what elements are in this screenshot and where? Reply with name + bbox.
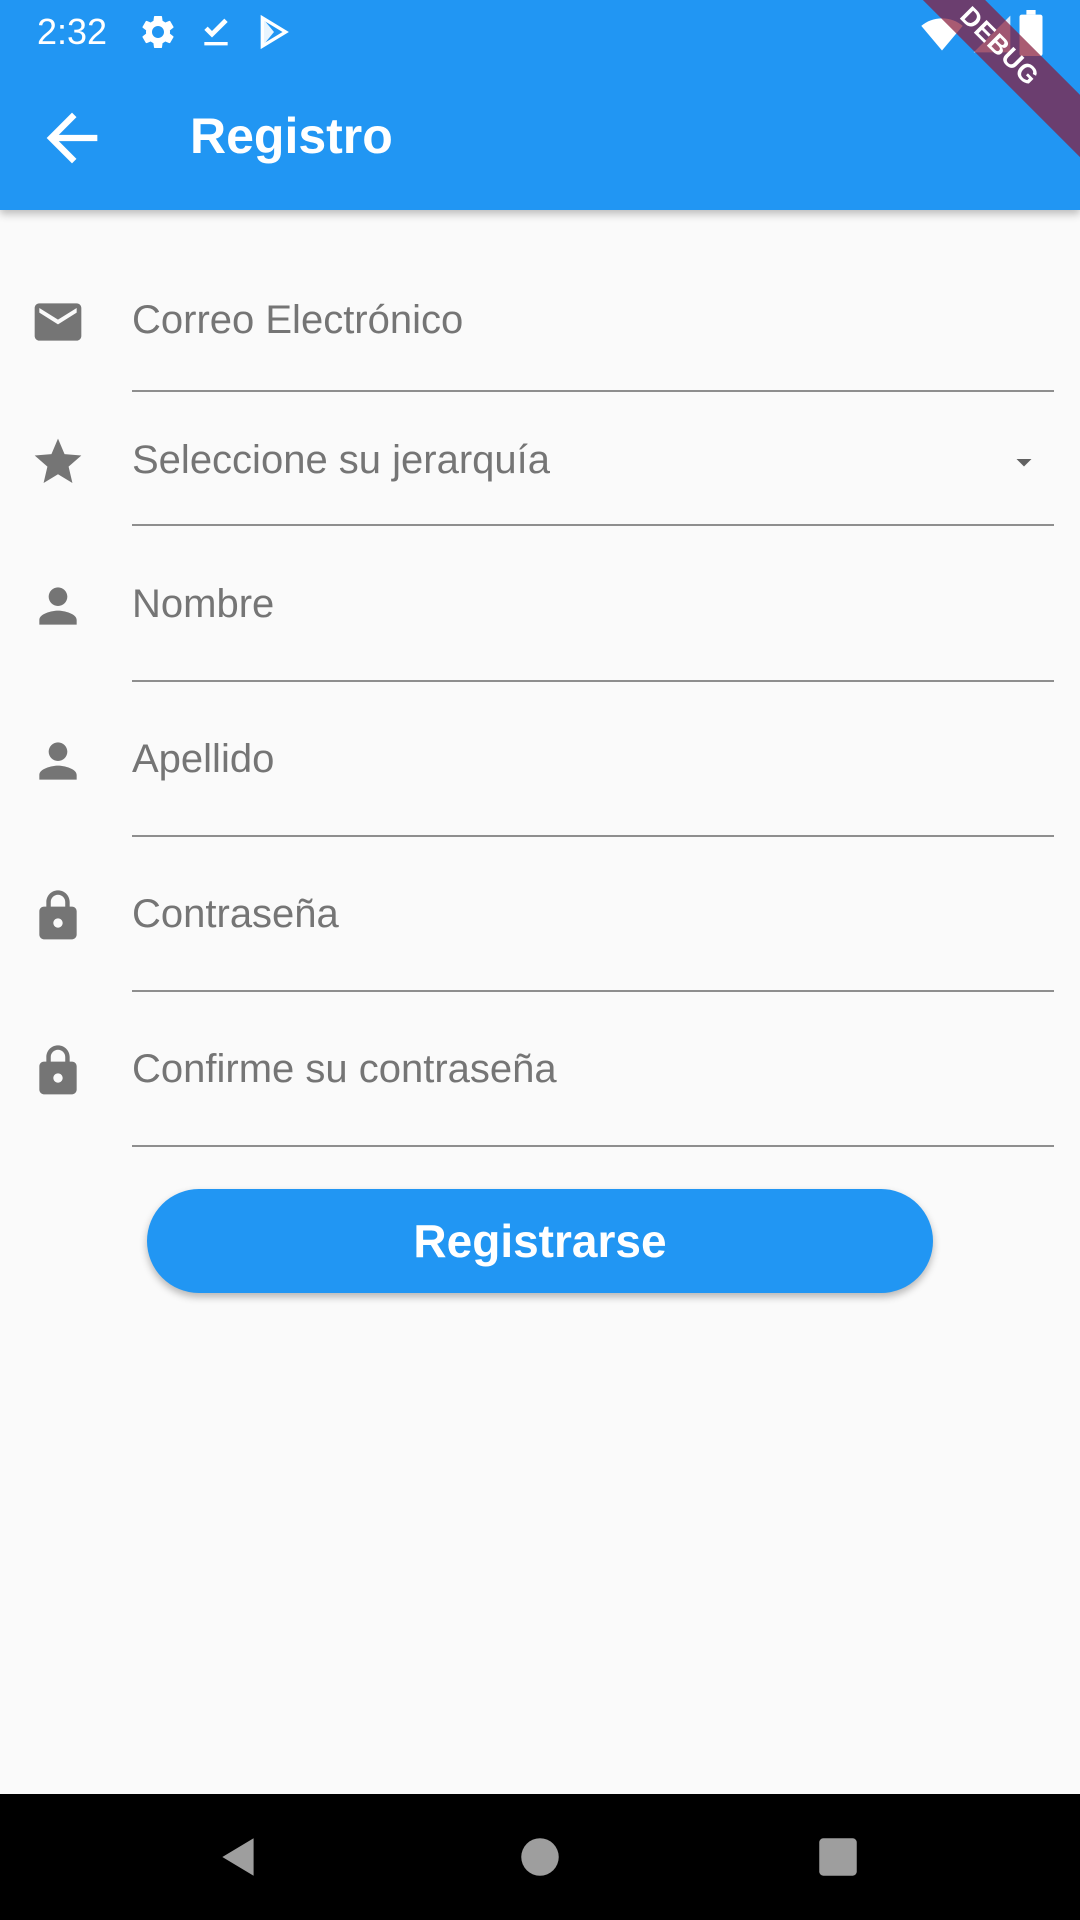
status-time: 2:32 [37, 11, 108, 52]
settings-icon [138, 12, 178, 52]
first-name-placeholder: Nombre [132, 582, 275, 626]
lock-icon [30, 888, 86, 944]
triangle-back-icon [222, 1838, 254, 1876]
download-done-icon [196, 12, 236, 52]
app-header: 2:32 Registro DEBUG [0, 0, 1080, 210]
first-name-field[interactable]: Nombre [132, 564, 1054, 682]
email-field-row: Correo Electrónico [0, 284, 1080, 394]
last-name-placeholder: Apellido [132, 737, 275, 781]
lock-icon [30, 1043, 86, 1099]
password-placeholder: Contraseña [132, 892, 339, 936]
last-name-field[interactable]: Apellido [132, 719, 1054, 837]
play-store-icon [254, 12, 294, 52]
hierarchy-placeholder: Seleccione su jerarquía [132, 438, 551, 482]
registration-screen: 2:32 Registro DEBUG Correo Electrónico S… [0, 0, 1080, 1920]
dropdown-arrow-icon [1006, 444, 1042, 480]
page-title: Registro [190, 108, 393, 164]
person-icon [30, 733, 86, 789]
confirm-password-field[interactable]: Confirme su contraseña [132, 1029, 1054, 1147]
first-name-field-row: Nombre [0, 564, 1080, 684]
hierarchy-dropdown[interactable]: Seleccione su jerarquía [132, 424, 1054, 526]
app-bar: Registro [0, 64, 1080, 210]
confirm-password-field-row: Confirme su contraseña [0, 1029, 1080, 1149]
circle-home-icon [521, 1838, 559, 1876]
nav-home-button[interactable] [515, 1832, 565, 1882]
confirm-password-placeholder: Confirme su contraseña [132, 1047, 557, 1091]
password-field-row: Contraseña [0, 874, 1080, 994]
email-placeholder: Correo Electrónico [132, 298, 464, 342]
register-button[interactable]: Registrarse [147, 1189, 933, 1293]
status-bar: 2:32 [0, 0, 1080, 64]
nav-recents-button[interactable] [813, 1832, 863, 1882]
navigation-bar [0, 1794, 1080, 1920]
mail-icon [30, 294, 86, 350]
password-field[interactable]: Contraseña [132, 874, 1054, 992]
email-field[interactable]: Correo Electrónico [132, 284, 1054, 392]
hierarchy-field-row: Seleccione su jerarquía [0, 424, 1080, 528]
nav-back-button[interactable] [214, 1832, 264, 1882]
back-button[interactable] [34, 100, 110, 176]
star-icon [30, 434, 86, 490]
person-icon [30, 578, 86, 634]
square-recents-icon [819, 1838, 857, 1876]
arrow-back-icon [46, 112, 98, 164]
last-name-field-row: Apellido [0, 719, 1080, 839]
